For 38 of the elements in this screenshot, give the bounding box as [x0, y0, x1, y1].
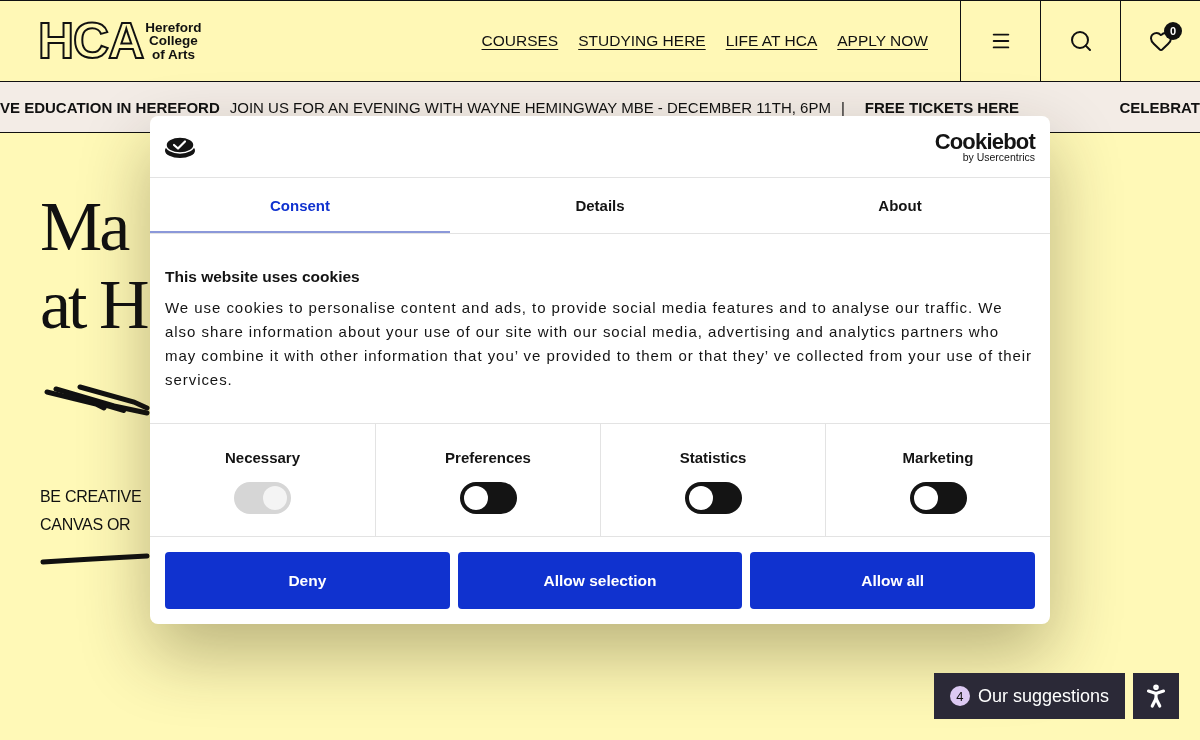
- brand-name: Cookiebot: [934, 130, 1035, 152]
- toggle-switch[interactable]: [684, 482, 742, 514]
- category-label: Necessary: [224, 448, 301, 468]
- dialog-tab[interactable]: Consent: [150, 178, 450, 233]
- hero-intro-text: BE CREATIVE CANVAS OR: [40, 487, 142, 535]
- nav-link[interactable]: STUDYING HERE: [578, 32, 706, 50]
- category-label: Preferences: [445, 448, 531, 468]
- category-label: Statistics: [679, 448, 747, 468]
- accessibility-button[interactable]: [1133, 673, 1179, 719]
- toggle-switch[interactable]: [459, 482, 517, 514]
- suggestions-button[interactable]: 4 Our suggestions: [933, 673, 1125, 719]
- announcement-link[interactable]: FREE TICKETS HERE: [864, 98, 1019, 116]
- checkmark-stack-icon: [165, 135, 195, 158]
- logo-mark[interactable]: HCA: [38, 19, 144, 63]
- suggestions-count-badge: 4: [949, 686, 970, 706]
- announcement-text: VE EDUCATION IN HEREFORD: [0, 98, 220, 116]
- announcement-text: CELEBRAT: [1119, 98, 1200, 116]
- logo-wordmark: Hereford College of Arts: [145, 20, 202, 62]
- dialog-title: This website uses cookies: [165, 267, 361, 287]
- dialog-description: We use cookies to personalise content and ads, to provide social media features and to analyse our traffic. We also share information about your use of our site with our social media, advertising and analytics partners who may combine it with other information that you’ ve provided to them or that they’ ve collected from your use of their services.: [165, 298, 1034, 390]
- favourites-button[interactable]: 0: [1120, 1, 1200, 81]
- announcement-text: |: [840, 98, 845, 116]
- favourites-count-badge: 0: [1164, 22, 1182, 40]
- suggestions-label: Our suggestions: [977, 685, 1109, 707]
- nav-link[interactable]: LIFE AT HCA: [725, 32, 818, 50]
- dialog-tab[interactable]: Details: [450, 178, 750, 233]
- consent-button[interactable]: Allow all: [750, 552, 1035, 609]
- announcement-text: JOIN US FOR AN EVENING WITH WAYNE HEMINGWAY MBE - DECEMBER 11TH, 6PM: [229, 98, 831, 116]
- consent-button[interactable]: Allow selection: [457, 552, 743, 609]
- brand-byline: by Usercentrics: [962, 151, 1035, 163]
- consent-button[interactable]: Deny: [165, 552, 450, 609]
- hero-heading: Ma at H: [40, 188, 147, 344]
- search-icon: [1068, 29, 1093, 53]
- toggle-switch[interactable]: [909, 482, 967, 514]
- category-label: Marketing: [902, 448, 974, 468]
- nav-link[interactable]: COURSES: [481, 32, 559, 50]
- dialog-tab[interactable]: About: [750, 178, 1050, 233]
- nav-link[interactable]: APPLY NOW: [837, 32, 928, 50]
